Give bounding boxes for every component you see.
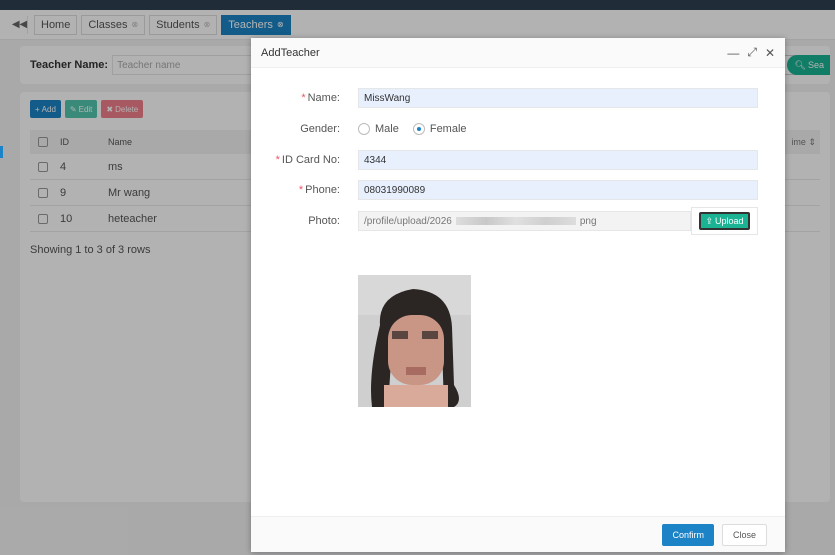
- idcard-input[interactable]: 4344: [358, 150, 758, 170]
- teacher-photo-preview: [358, 275, 471, 407]
- gender-male-radio[interactable]: Male: [358, 123, 399, 135]
- idcard-row: * ID Card No: 4344: [251, 149, 785, 171]
- dialog-controls: — ⤢ ✕: [727, 45, 775, 60]
- photo-path-start: /profile/upload/2026: [364, 215, 452, 227]
- redacted-path-segment: [455, 217, 576, 225]
- name-label: * Name:: [301, 92, 340, 104]
- required-marker: *: [298, 184, 304, 196]
- gender-male-label: Male: [375, 123, 399, 135]
- dialog-title: AddTeacher: [261, 46, 320, 59]
- confirm-button[interactable]: Confirm: [662, 523, 714, 546]
- name-input[interactable]: MissWang: [358, 88, 758, 108]
- upload-icon: ⇪: [705, 215, 713, 226]
- name-row: * Name: MissWang: [251, 87, 785, 109]
- minimize-icon[interactable]: —: [727, 46, 739, 60]
- phone-label: * Phone:: [299, 184, 340, 196]
- photo-row: Photo: /profile/upload/2026 png ⇪ Upload: [251, 207, 785, 235]
- dialog-header: AddTeacher — ⤢ ✕: [251, 38, 785, 68]
- dialog-footer: Confirm Close: [251, 516, 785, 552]
- gender-radio-group: Male Female: [358, 123, 467, 135]
- name-label-text: Name:: [307, 92, 340, 104]
- close-icon[interactable]: ✕: [765, 46, 775, 60]
- photo-path-input[interactable]: /profile/upload/2026 png: [358, 211, 691, 231]
- required-marker: *: [301, 92, 306, 104]
- add-teacher-dialog: AddTeacher — ⤢ ✕ * Name: MissWang Gender:…: [251, 38, 785, 552]
- photo-image: [358, 275, 471, 407]
- required-marker: *: [275, 154, 280, 166]
- radio-circle: [412, 123, 425, 135]
- maximize-icon[interactable]: ⤢: [747, 45, 757, 60]
- phone-input[interactable]: 08031990089: [358, 180, 758, 200]
- gender-female-radio[interactable]: Female: [412, 123, 467, 135]
- photo-label: Photo:: [308, 215, 340, 227]
- idcard-label: * ID Card No:: [276, 154, 340, 166]
- phone-row: * Phone: 08031990089: [251, 179, 785, 201]
- gender-female-label: Female: [429, 123, 467, 135]
- gender-label: Gender:: [300, 123, 340, 135]
- upload-button[interactable]: ⇪ Upload: [699, 212, 750, 230]
- upload-wrapper: ⇪ Upload: [691, 207, 758, 235]
- gender-row: Gender: Male Female: [251, 118, 785, 140]
- sidebar-accent: [0, 146, 3, 158]
- idcard-label-text: ID Card No:: [281, 154, 340, 166]
- radio-circle: [358, 123, 370, 135]
- photo-path-end: png: [579, 215, 597, 227]
- upload-button-label: Upload: [715, 216, 744, 226]
- close-button[interactable]: Close: [721, 523, 767, 546]
- phone-label-text: Phone:: [305, 184, 340, 196]
